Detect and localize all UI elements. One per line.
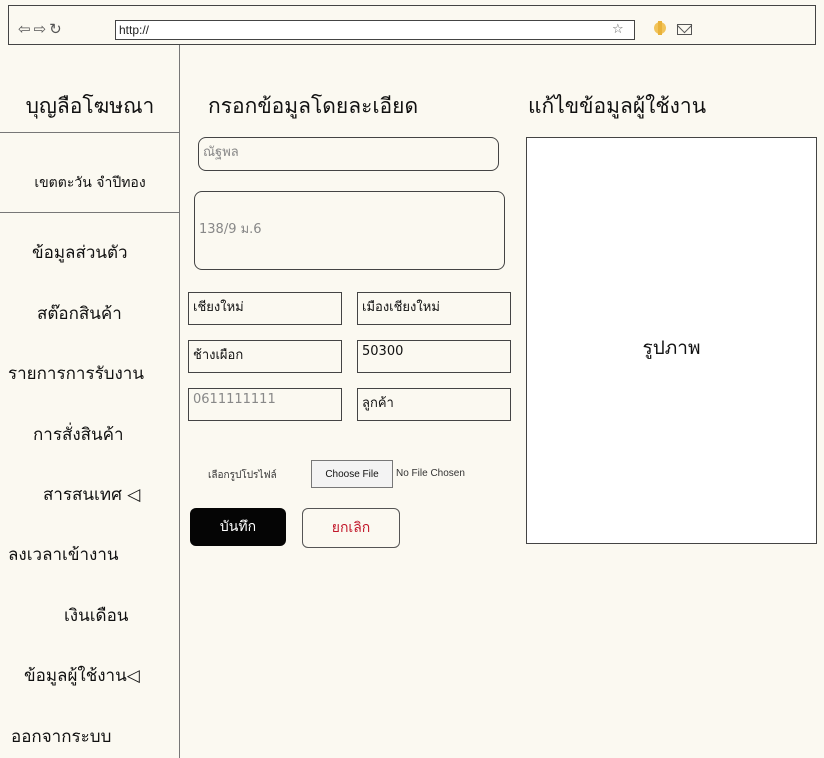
address-bar[interactable]: http:// — [115, 20, 635, 40]
province-field[interactable]: เชียงใหม่ — [188, 292, 342, 325]
user-name: เขตตะวัน จำปีทอง — [34, 175, 146, 191]
brand-title: บุญลือโฆษณา — [25, 94, 155, 118]
refresh-icon[interactable]: ↻ — [49, 20, 62, 38]
address-field[interactable]: 138/9 ม.6 — [194, 191, 505, 270]
phone-field[interactable]: 0611111111 — [188, 388, 342, 421]
upload-label: เลือกรูปโปรไฟล์ — [208, 470, 277, 481]
forward-arrow-icon[interactable]: ⇨ — [34, 20, 47, 38]
name-field[interactable]: ณัฐพล — [198, 137, 499, 171]
sidebar-item-timecard[interactable]: ลงเวลาเข้างาน — [8, 541, 118, 568]
role-field[interactable]: ลูกค้า — [357, 388, 511, 421]
sidebar-item-logout[interactable]: ออกจากระบบ — [11, 723, 111, 750]
sidebar-divider — [0, 212, 180, 213]
star-icon[interactable]: ☆ — [612, 22, 624, 37]
sidebar-divider — [0, 132, 180, 133]
sidebar-item-stock[interactable]: สต๊อกสินค้า — [37, 300, 122, 327]
sidebar-item-profile[interactable]: ข้อมูลส่วนตัว — [32, 239, 128, 266]
extension-icon[interactable] — [652, 20, 668, 36]
profile-image-box[interactable]: รูปภาพ — [526, 137, 817, 544]
cancel-button[interactable]: ยกเลิก — [302, 508, 400, 548]
sidebar — [0, 45, 180, 758]
sidebar-item-jobs[interactable]: รายการการรับงาน — [8, 360, 144, 387]
file-status: No File Chosen — [396, 468, 465, 479]
browser-nav: ⇦ ⇨ ↻ — [18, 20, 65, 38]
choose-file-button[interactable]: Choose File — [311, 460, 393, 488]
edit-title: แก้ไขข้อมูลผู้ใช้งาน — [528, 94, 707, 118]
sidebar-item-salary[interactable]: เงินเดือน — [64, 602, 128, 629]
image-label: รูปภาพ — [642, 337, 701, 359]
form-title: กรอกข้อมูลโดยละเอียด — [208, 94, 419, 118]
sidebar-item-users[interactable]: ข้อมูลผู้ใช้งาน◁ — [24, 662, 140, 689]
postal-code-field[interactable]: 50300 — [357, 340, 511, 373]
back-arrow-icon[interactable]: ⇦ — [18, 20, 31, 38]
district-field[interactable]: เมืองเชียงใหม่ — [357, 292, 511, 325]
mail-icon[interactable] — [677, 24, 692, 35]
subdistrict-field[interactable]: ช้างเผือก — [188, 340, 342, 373]
sidebar-item-orders[interactable]: การสั่งสินค้า — [33, 421, 124, 448]
sidebar-item-info[interactable]: สารสนเทศ ◁ — [43, 481, 140, 508]
save-button[interactable]: บันทึก — [190, 508, 286, 546]
